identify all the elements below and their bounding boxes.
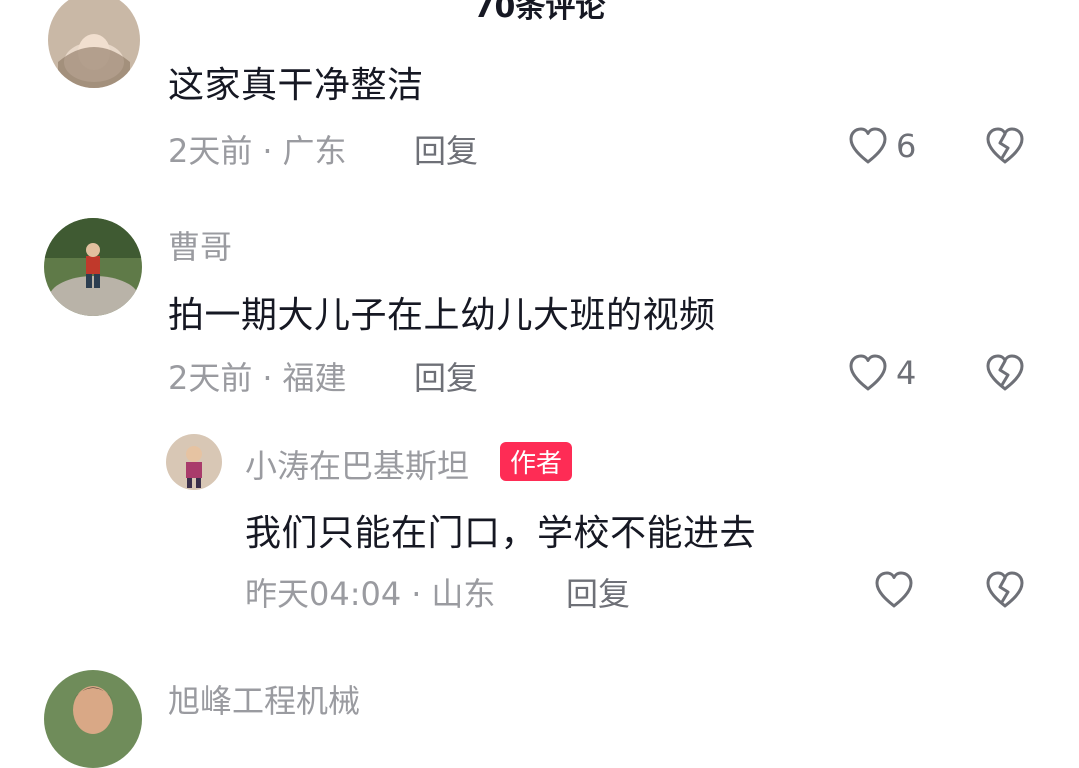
heart-outline-icon xyxy=(849,354,887,391)
separator: · xyxy=(262,132,273,170)
comment-count-title: 70条评论 xyxy=(473,0,606,25)
reply-button[interactable]: 回复 xyxy=(414,353,478,399)
reply-username[interactable]: 小涛在巴基斯坦 xyxy=(245,441,469,487)
reply-button[interactable]: 回复 xyxy=(566,569,630,615)
comment-location: 福建 xyxy=(282,359,347,397)
like-button[interactable] xyxy=(872,568,916,612)
separator: · xyxy=(411,575,422,613)
like-count: 6 xyxy=(896,127,917,165)
reply-text: 我们只能在门口，学校不能进去 xyxy=(245,513,757,554)
reply-meta: 昨天04:04 · 山东 xyxy=(245,569,495,615)
dislike-button[interactable] xyxy=(983,568,1027,612)
avatar[interactable] xyxy=(166,434,222,490)
comment-text: 这家真干净整洁 xyxy=(168,65,424,106)
like-button[interactable]: 4 xyxy=(846,351,916,395)
heart-outline-icon xyxy=(875,571,913,608)
like-count: 4 xyxy=(896,354,917,392)
comment-text: 拍一期大儿子在上幼儿大班的视频 xyxy=(168,295,716,336)
broken-heart-icon xyxy=(986,354,1024,391)
comment-meta: 2天前 · 广东 xyxy=(168,126,347,172)
broken-heart-icon xyxy=(986,127,1024,164)
separator: · xyxy=(262,359,273,397)
comment-username[interactable]: 旭峰工程机械 xyxy=(168,676,360,722)
comment-username[interactable]: 曹哥 xyxy=(168,222,232,268)
author-badge: 作者 xyxy=(500,442,573,481)
heart-outline-icon xyxy=(849,127,887,164)
reply-location: 山东 xyxy=(431,575,496,613)
comment-meta: 2天前 · 福建 xyxy=(168,353,347,399)
dislike-button[interactable] xyxy=(983,351,1027,395)
like-button[interactable]: 6 xyxy=(846,124,916,168)
avatar[interactable] xyxy=(44,670,142,768)
dislike-button[interactable] xyxy=(983,124,1027,168)
broken-heart-icon xyxy=(986,571,1024,608)
comment-time: 2天前 xyxy=(168,359,253,397)
avatar[interactable] xyxy=(48,0,140,88)
comment-location: 广东 xyxy=(282,132,347,170)
reply-button[interactable]: 回复 xyxy=(414,126,478,172)
avatar[interactable] xyxy=(44,218,142,316)
reply-time: 昨天04:04 xyxy=(245,575,402,613)
comment-time: 2天前 xyxy=(168,132,253,170)
